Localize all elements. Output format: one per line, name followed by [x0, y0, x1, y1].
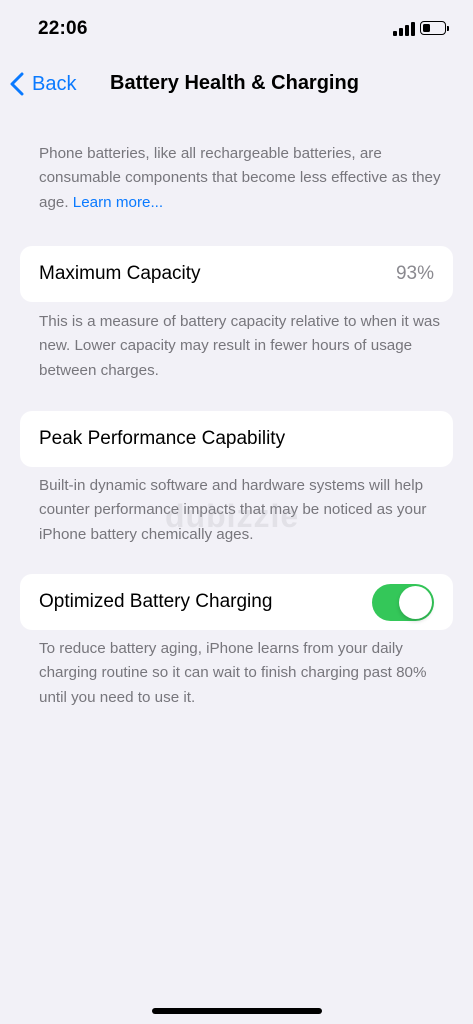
home-indicator[interactable]: [152, 1008, 322, 1014]
status-time: 22:06: [38, 18, 88, 39]
page-title: Battery Health & Charging: [110, 72, 359, 94]
optimized-charging-toggle[interactable]: [372, 584, 434, 621]
maximum-capacity-value: 93%: [395, 263, 434, 284]
maximum-capacity-row: Maximum Capacity 93%: [20, 246, 453, 302]
back-button[interactable]: Back: [10, 62, 76, 106]
optimized-charging-description: To reduce battery aging, iPhone learns f…: [39, 640, 427, 706]
optimized-charging-label: Optimized Battery Charging: [39, 591, 273, 612]
cellular-signal-icon: [393, 22, 415, 36]
toggle-knob: [399, 586, 432, 619]
battery-level-fill: [423, 24, 430, 32]
chevron-left-icon: [10, 72, 24, 96]
optimized-charging-row: Optimized Battery Charging: [20, 574, 453, 630]
navigation-bar: Back Battery Health & Charging: [0, 62, 473, 106]
learn-more-link[interactable]: Learn more...: [73, 194, 163, 211]
maximum-capacity-description: This is a measure of battery capacity re…: [39, 313, 440, 379]
battery-tip-icon: [447, 25, 449, 31]
peak-performance-row: Peak Performance Capability: [20, 411, 453, 467]
intro-description: Phone batteries, like all rechargeable b…: [39, 142, 443, 215]
back-button-label: Back: [32, 72, 77, 95]
status-bar: 22:06: [0, 0, 473, 56]
maximum-capacity-label: Maximum Capacity: [39, 263, 201, 284]
peak-performance-label: Peak Performance Capability: [39, 428, 286, 449]
peak-performance-description: Built-in dynamic software and hardware s…: [39, 477, 427, 543]
battery-icon: [420, 21, 446, 35]
